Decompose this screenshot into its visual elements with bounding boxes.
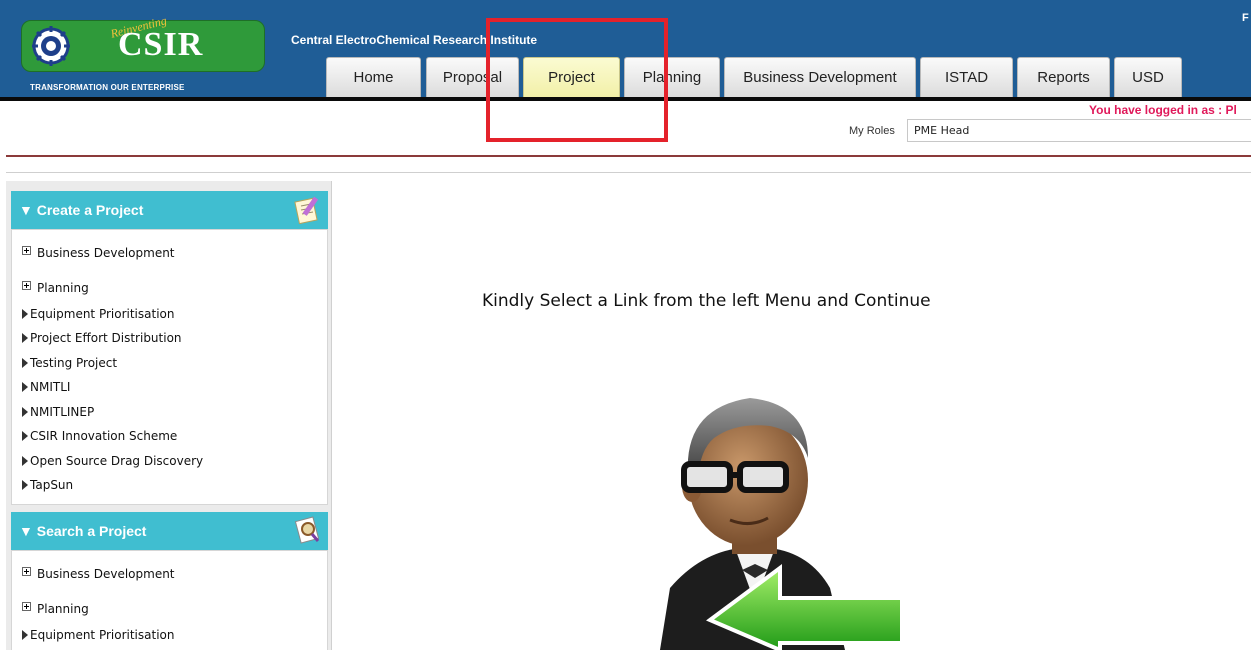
menu-item-business-development[interactable]: Business Development bbox=[22, 566, 175, 581]
menu-item-nmitlinep[interactable]: NMITLINEP bbox=[22, 405, 94, 419]
divider bbox=[6, 172, 1251, 173]
search-project-header[interactable]: ▼ Search a Project bbox=[11, 512, 328, 550]
roles-label: My Roles bbox=[849, 125, 895, 137]
header-corner-text: F bbox=[1242, 12, 1249, 24]
main-message: Kindly Select a Link from the left Menu … bbox=[482, 291, 931, 311]
menu-item-label: Equipment Prioritisation bbox=[30, 628, 175, 642]
tab-proposal[interactable]: Proposal bbox=[426, 57, 519, 97]
tab-business-development[interactable]: Business Development bbox=[724, 57, 916, 97]
arrow-right-icon bbox=[22, 431, 28, 441]
arrow-right-icon bbox=[22, 407, 28, 417]
tab-istad[interactable]: ISTAD bbox=[920, 57, 1013, 97]
sidebar: ▼ Create a Project Business Development … bbox=[6, 181, 332, 650]
panel-title: ▼ Create a Project bbox=[19, 202, 144, 218]
logo-text: CSIR bbox=[118, 26, 204, 63]
menu-item-planning[interactable]: Planning bbox=[22, 280, 89, 295]
divider bbox=[6, 155, 1251, 157]
menu-item-testing-project[interactable]: Testing Project bbox=[22, 356, 117, 370]
login-status: You have logged in as : Pl bbox=[1089, 103, 1237, 117]
arrow-right-icon bbox=[22, 309, 28, 319]
menu-item-label: Business Development bbox=[37, 567, 175, 581]
menu-item-equipment-prioritisation[interactable]: Equipment Prioritisation bbox=[22, 307, 175, 321]
expand-icon[interactable] bbox=[22, 601, 31, 611]
arrow-right-icon bbox=[22, 630, 28, 640]
arrow-right-icon bbox=[22, 382, 28, 392]
menu-item-business-development[interactable]: Business Development bbox=[22, 245, 175, 260]
roles-select[interactable]: PME Head bbox=[907, 119, 1251, 142]
menu-item-label: NMITLINEP bbox=[30, 405, 95, 419]
menu-item-open-source-drag-discovery[interactable]: Open Source Drag Discovery bbox=[22, 454, 203, 468]
menu-item-label: Project Effort Distribution bbox=[30, 331, 182, 345]
magnifier-document-icon bbox=[294, 516, 320, 544]
pencil-notepad-icon bbox=[294, 196, 319, 224]
tab-usd[interactable]: USD bbox=[1114, 57, 1182, 97]
menu-item-planning[interactable]: Planning bbox=[22, 601, 89, 616]
expand-icon[interactable] bbox=[22, 566, 31, 576]
menu-item-csir-innovation-scheme[interactable]: CSIR Innovation Scheme bbox=[22, 429, 177, 443]
menu-item-label: Planning bbox=[37, 281, 89, 295]
create-project-panel: Business Development Planning Equipment … bbox=[11, 229, 328, 505]
expand-icon[interactable] bbox=[22, 280, 31, 290]
tab-home[interactable]: Home bbox=[326, 57, 421, 97]
menu-item-label: NMITLI bbox=[30, 380, 71, 394]
gear-emblem-icon bbox=[32, 26, 70, 66]
menu-item-label: Open Source Drag Discovery bbox=[30, 454, 204, 468]
tab-reports[interactable]: Reports bbox=[1017, 57, 1110, 97]
menu-item-project-effort-distribution[interactable]: Project Effort Distribution bbox=[22, 331, 182, 345]
menu-item-label: Planning bbox=[37, 602, 89, 616]
menu-item-label: Business Development bbox=[37, 246, 175, 260]
tab-planning[interactable]: Planning bbox=[624, 57, 720, 97]
arrow-right-icon bbox=[22, 456, 28, 466]
logo-tagline: TRANSFORMATION OUR ENTERPRISE bbox=[30, 83, 185, 92]
menu-item-tapsun[interactable]: TapSun bbox=[22, 478, 73, 492]
arrow-right-icon bbox=[22, 480, 28, 490]
menu-item-equipment-prioritisation[interactable]: Equipment Prioritisation bbox=[22, 628, 175, 642]
header-divider bbox=[0, 97, 1251, 101]
create-project-header[interactable]: ▼ Create a Project bbox=[11, 191, 328, 229]
panel-title: ▼ Search a Project bbox=[19, 523, 147, 539]
arrow-right-icon bbox=[22, 358, 28, 368]
man-with-green-arrow-icon bbox=[660, 398, 904, 650]
menu-item-label: CSIR Innovation Scheme bbox=[30, 429, 178, 443]
institute-name: Central ElectroChemical Research Institu… bbox=[291, 33, 538, 47]
menu-item-label: Testing Project bbox=[30, 356, 118, 370]
expand-icon[interactable] bbox=[22, 245, 31, 255]
search-project-panel: Business Development Planning Equipment … bbox=[11, 550, 328, 650]
tab-project[interactable]: Project bbox=[523, 57, 620, 97]
menu-item-label: TapSun bbox=[30, 478, 74, 492]
arrow-right-icon bbox=[22, 333, 28, 343]
menu-item-nmitli[interactable]: NMITLI bbox=[22, 380, 70, 394]
menu-item-label: Equipment Prioritisation bbox=[30, 307, 175, 321]
